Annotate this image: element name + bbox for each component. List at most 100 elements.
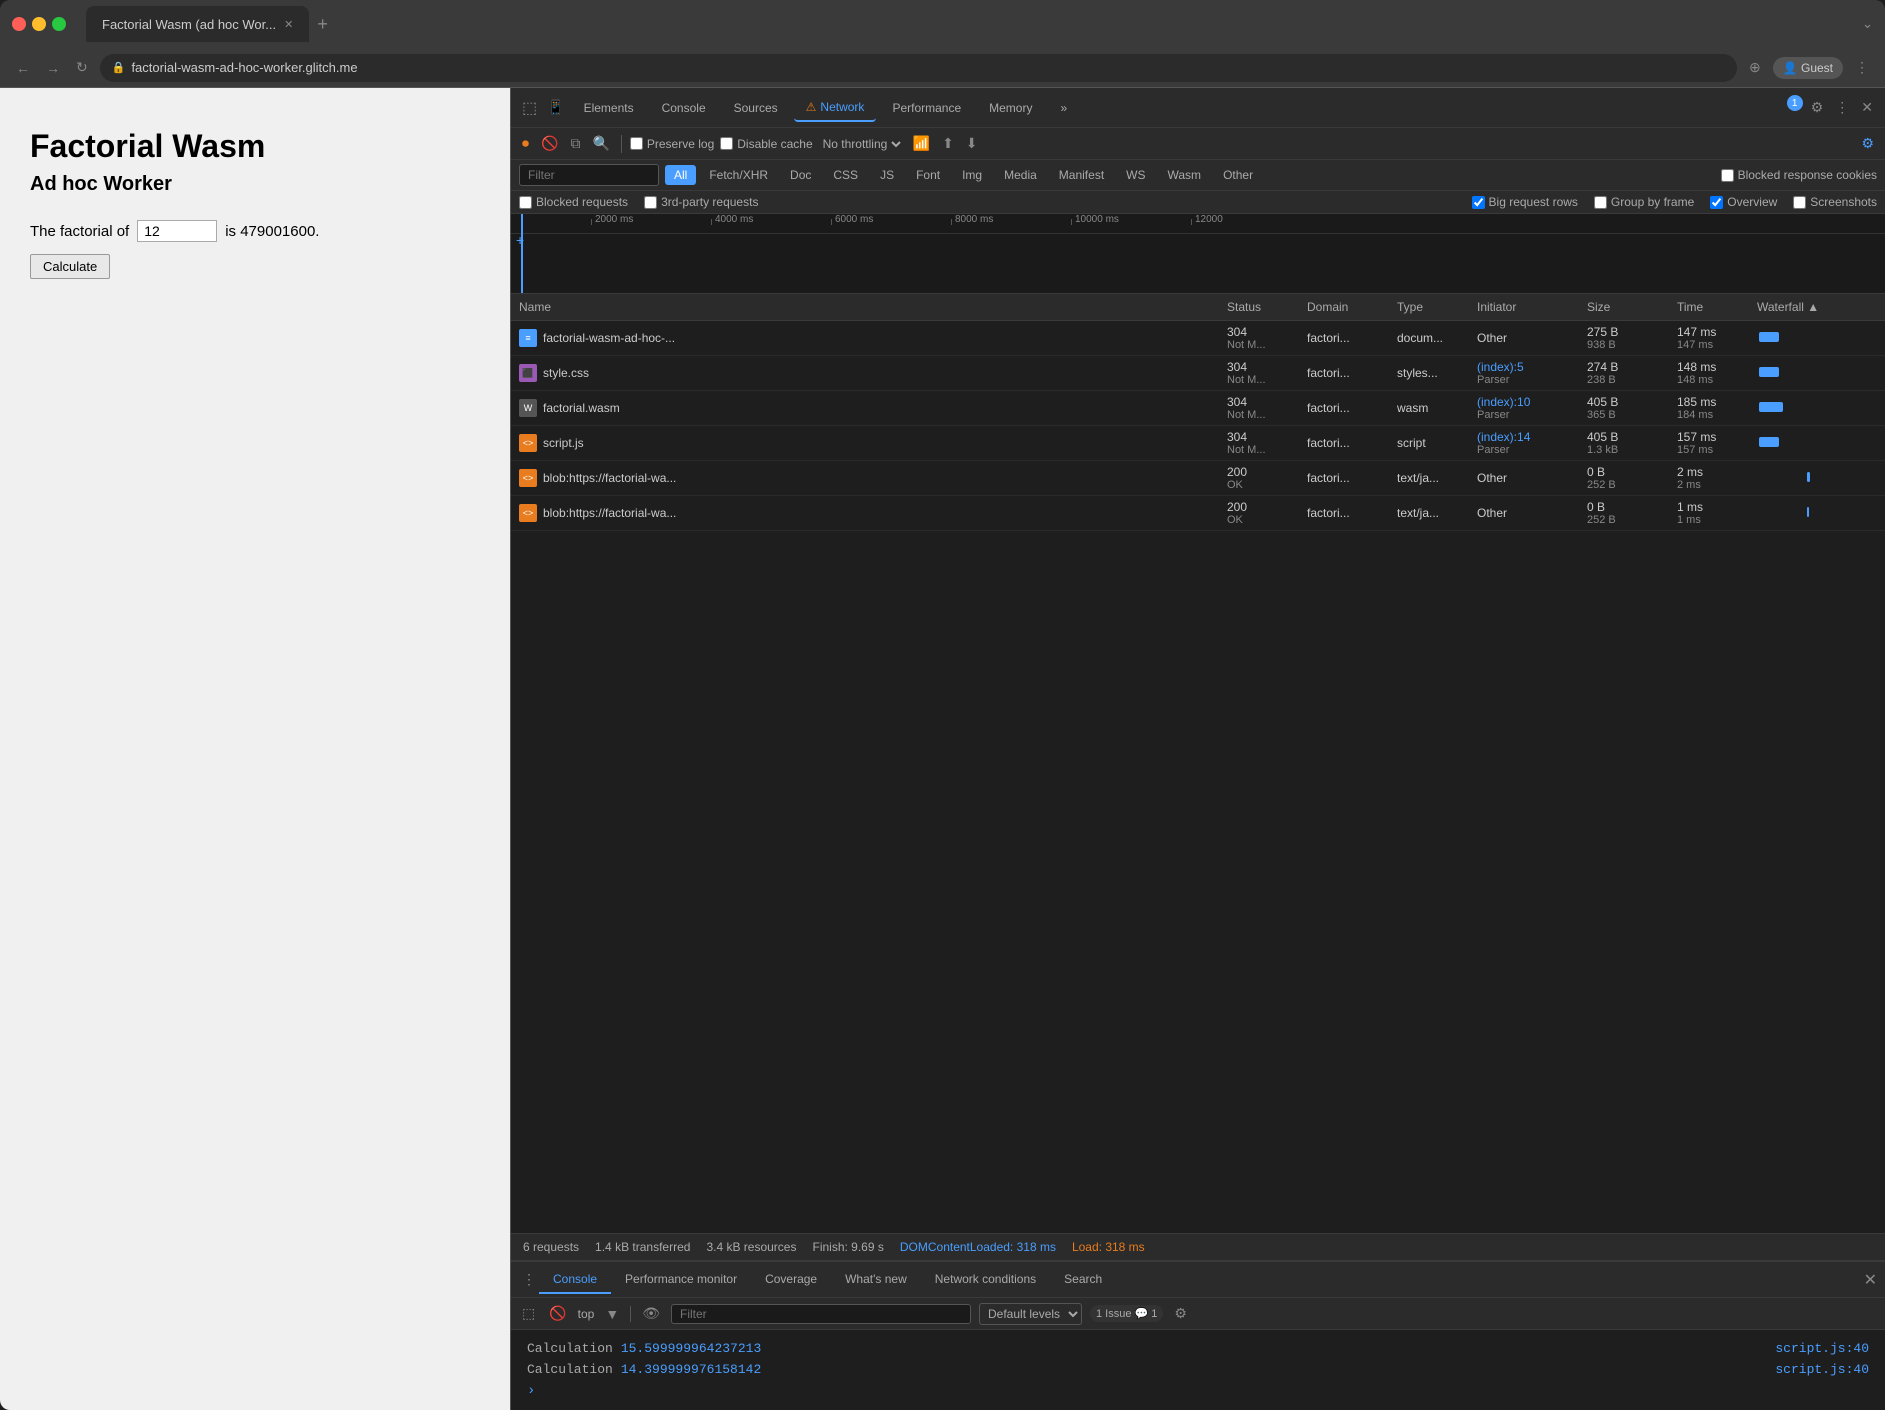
requests-count: 6 requests — [523, 1240, 579, 1254]
filter-manifest[interactable]: Manifest — [1050, 165, 1113, 185]
address-actions: ⊕ 👤 Guest ⋮ — [1745, 55, 1873, 80]
devtools-inspect-icon[interactable]: ⬚ — [519, 95, 540, 121]
reload-button[interactable]: ↻ — [72, 55, 92, 80]
table-row[interactable]: W factorial.wasm 304 Not M... factori...… — [511, 391, 1885, 426]
tab-close-icon[interactable]: ✕ — [284, 18, 293, 31]
maximize-button[interactable] — [52, 17, 66, 31]
console-close-button[interactable]: ✕ — [1864, 1270, 1877, 1290]
con-tab-performance[interactable]: Performance monitor — [611, 1266, 751, 1294]
settings-icon[interactable]: ⚙ — [1807, 95, 1828, 120]
factorial-label: The factorial of — [30, 223, 129, 240]
console-clear-icon[interactable]: 🚫 — [546, 1302, 569, 1325]
timeline-cursor[interactable] — [521, 214, 523, 293]
download-icon[interactable]: ⬇ — [963, 132, 981, 155]
factorial-input[interactable] — [137, 220, 217, 242]
tab-console[interactable]: Console — [650, 95, 718, 121]
filter-wasm[interactable]: Wasm — [1159, 165, 1211, 185]
table-row[interactable]: <> blob:https://factorial-wa... 200 OK f… — [511, 496, 1885, 531]
filter-font[interactable]: Font — [907, 165, 949, 185]
console-sidebar-icon[interactable]: ⬚ — [519, 1302, 538, 1325]
con-tab-coverage[interactable]: Coverage — [751, 1266, 831, 1294]
blocked-cookies-checkbox[interactable]: Blocked response cookies — [1721, 168, 1877, 182]
forward-button[interactable]: → — [42, 56, 64, 80]
console-eye-icon[interactable]: 👁 — [639, 1302, 663, 1325]
more-options-icon[interactable]: ⋮ — [1831, 95, 1853, 120]
filter-media[interactable]: Media — [995, 165, 1046, 185]
clear-button[interactable]: 🚫 — [538, 132, 561, 155]
tab-more[interactable]: » — [1048, 95, 1079, 121]
calculate-button[interactable]: Calculate — [30, 254, 110, 279]
data-transferred: 1.4 kB transferred — [595, 1240, 690, 1254]
filter-ws[interactable]: WS — [1117, 165, 1154, 185]
filter-css[interactable]: CSS — [824, 165, 867, 185]
new-tab-button[interactable]: + — [309, 10, 336, 39]
browser-tab[interactable]: Factorial Wasm (ad hoc Wor... ✕ — [86, 6, 309, 42]
settings-network-icon[interactable]: ⚙ — [1858, 132, 1877, 155]
console-content: Calculation 15.599999964237213 script.js… — [511, 1330, 1885, 1410]
col-type[interactable]: Type — [1397, 300, 1477, 314]
minimize-button[interactable] — [32, 17, 46, 31]
upload-icon[interactable]: ⬆ — [939, 132, 957, 155]
row-type-4: script — [1397, 436, 1477, 450]
big-rows-check[interactable]: Big request rows — [1472, 195, 1578, 209]
console-levels-select[interactable]: Default levels — [979, 1303, 1082, 1325]
tab-performance[interactable]: Performance — [880, 95, 973, 121]
table-row[interactable]: ⬛ style.css 304 Not M... factori... styl… — [511, 356, 1885, 391]
filter-other[interactable]: Other — [1214, 165, 1262, 185]
warning-icon: ⚠ — [806, 100, 817, 114]
devtools-device-icon[interactable]: 📱 — [544, 96, 567, 119]
filter-fetch-xhr[interactable]: Fetch/XHR — [700, 165, 777, 185]
console-context-dropdown[interactable]: ▼ — [602, 1303, 622, 1325]
console-filter-input[interactable] — [671, 1304, 971, 1324]
tab-memory[interactable]: Memory — [977, 95, 1044, 121]
guest-button[interactable]: 👤 Guest — [1773, 57, 1843, 79]
col-domain[interactable]: Domain — [1307, 300, 1397, 314]
console-menu-icon[interactable]: ⋮ — [519, 1268, 539, 1291]
preserve-log-checkbox[interactable]: Preserve log — [630, 137, 714, 151]
filter-input[interactable] — [519, 164, 659, 186]
close-button[interactable] — [12, 17, 26, 31]
col-waterfall[interactable]: Waterfall ▲ — [1757, 300, 1877, 314]
row-name-5: <> blob:https://factorial-wa... — [519, 469, 1227, 487]
zoom-button[interactable]: ⊕ — [1745, 55, 1765, 80]
throttling-select[interactable]: No throttling — [819, 136, 904, 152]
menu-button[interactable]: ⋮ — [1851, 55, 1873, 80]
tab-network[interactable]: ⚠Network — [794, 94, 877, 122]
col-initiator[interactable]: Initiator — [1477, 300, 1587, 314]
filter-js[interactable]: JS — [871, 165, 903, 185]
filter-doc[interactable]: Doc — [781, 165, 820, 185]
notification-badge: 1 — [1787, 95, 1803, 111]
con-tab-search[interactable]: Search — [1050, 1266, 1116, 1294]
col-time[interactable]: Time — [1677, 300, 1757, 314]
tab-expand-button[interactable]: ⌄ — [1862, 16, 1873, 32]
blocked-requests-check[interactable]: Blocked requests — [519, 195, 628, 209]
tab-sources[interactable]: Sources — [722, 95, 790, 121]
con-tab-console[interactable]: Console — [539, 1266, 611, 1294]
url-bar[interactable]: 🔒 factorial-wasm-ad-hoc-worker.glitch.me — [100, 54, 1737, 82]
console-settings-icon[interactable]: ⚙ — [1171, 1302, 1190, 1325]
lock-icon: 🔒 — [112, 61, 126, 74]
close-devtools-icon[interactable]: ✕ — [1857, 95, 1877, 120]
table-row[interactable]: ≡ factorial-wasm-ad-hoc-... 304 Not M...… — [511, 321, 1885, 356]
filter-img[interactable]: Img — [953, 165, 991, 185]
disable-cache-checkbox[interactable]: Disable cache — [720, 137, 812, 151]
record-button[interactable]: ⏺ — [519, 132, 532, 155]
filter-icon[interactable]: ⧉ — [567, 132, 583, 155]
screenshots-check[interactable]: Screenshots — [1793, 195, 1877, 209]
con-tab-network-conditions[interactable]: Network conditions — [921, 1266, 1050, 1294]
wifi-icon[interactable]: 📶 — [910, 132, 933, 155]
console-prompt-icon[interactable]: › — [527, 1383, 535, 1399]
con-tab-whatsnew[interactable]: What's new — [831, 1266, 921, 1294]
overview-check[interactable]: Overview — [1710, 195, 1777, 209]
table-row[interactable]: <> blob:https://factorial-wa... 200 OK f… — [511, 461, 1885, 496]
col-status[interactable]: Status — [1227, 300, 1307, 314]
back-button[interactable]: ← — [12, 56, 34, 80]
tab-elements[interactable]: Elements — [572, 95, 646, 121]
col-size[interactable]: Size — [1587, 300, 1677, 314]
table-row[interactable]: <> script.js 304 Not M... factori... scr… — [511, 426, 1885, 461]
filter-all[interactable]: All — [665, 165, 696, 185]
col-name[interactable]: Name — [519, 300, 1227, 314]
third-party-check[interactable]: 3rd-party requests — [644, 195, 758, 209]
group-by-frame-check[interactable]: Group by frame — [1594, 195, 1694, 209]
search-icon[interactable]: 🔍 — [589, 132, 612, 155]
